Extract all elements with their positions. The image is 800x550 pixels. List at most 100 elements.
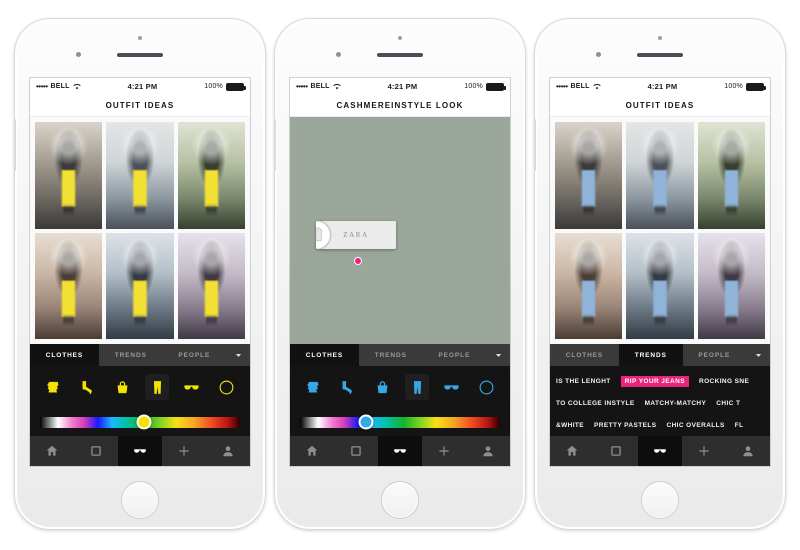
outfit-photo[interactable]: [555, 122, 623, 229]
tabbar-sunglasses-icon[interactable]: [118, 436, 162, 466]
proximity-sensor-icon: [76, 52, 81, 57]
tabbar-square-icon[interactable]: [334, 436, 378, 466]
tabbar-square-icon[interactable]: [74, 436, 118, 466]
bottom-tab-bar: [30, 436, 250, 466]
tab-clothes[interactable]: CLOTHES: [550, 344, 619, 366]
tag-pin-dot[interactable]: [354, 257, 362, 265]
tab-people[interactable]: PEOPLE: [162, 344, 226, 366]
color-slider[interactable]: [40, 414, 240, 430]
high-heel-icon[interactable]: [336, 374, 360, 400]
home-button[interactable]: [121, 481, 159, 519]
tab-clothes[interactable]: CLOTHES: [30, 344, 99, 366]
tab-people[interactable]: PEOPLE: [422, 344, 486, 366]
outfit-photo[interactable]: [106, 232, 174, 339]
handbag-icon[interactable]: [371, 374, 395, 400]
signal-dots-icon: •••••: [36, 81, 48, 91]
sunglasses-icon[interactable]: [180, 374, 204, 400]
tabbar-home-icon[interactable]: [290, 436, 334, 466]
product-tag-card[interactable]: ZARA: [316, 221, 396, 249]
trend-tag[interactable]: RIP YOUR JEANS: [620, 375, 689, 387]
chevron-down-icon[interactable]: [746, 344, 770, 366]
tabbar-sunglasses-icon[interactable]: [638, 436, 682, 466]
outfit-photo[interactable]: [177, 122, 245, 229]
trend-tag[interactable]: CHIC OVERALLS: [666, 422, 724, 429]
phone-1: ••••• BELL 4:21 PM 100% OUTFIT IDEAS CLO…: [14, 18, 266, 530]
more-circle-icon[interactable]: [475, 374, 499, 400]
page-title: CASHMEREINSTYLE LOOK: [336, 101, 464, 110]
tabbar-plus-icon[interactable]: [422, 436, 466, 466]
category-tabs: CLOTHES TRENDS PEOPLE: [550, 344, 770, 366]
tabbar-plus-icon[interactable]: [162, 436, 206, 466]
earpiece-speaker: [637, 53, 683, 57]
clothes-filter-row: [30, 366, 250, 408]
bottom-tab-bar: [550, 436, 770, 466]
tab-trends[interactable]: TRENDS: [358, 344, 423, 366]
tabbar-home-icon[interactable]: [550, 436, 594, 466]
outfit-photo[interactable]: [626, 122, 694, 229]
tab-clothes[interactable]: CLOTHES: [290, 344, 359, 366]
clock-label: 4:21 PM: [647, 82, 678, 91]
outfit-photo[interactable]: [35, 232, 103, 339]
trend-tag[interactable]: PRETTY PASTELS: [594, 422, 656, 429]
tabbar-person-icon[interactable]: [466, 436, 510, 466]
color-slider-thumb[interactable]: [358, 414, 374, 430]
outfit-photo[interactable]: [626, 232, 694, 339]
trend-tag[interactable]: CHIC T: [716, 400, 740, 407]
color-slider-row: [30, 408, 250, 436]
status-bar: ••••• BELL 4:21 PM 100%: [30, 78, 250, 95]
skirt-icon[interactable]: [41, 374, 65, 400]
nav-bar: OUTFIT IDEAS: [30, 95, 250, 117]
trend-tag[interactable]: MATCHY-MATCHY: [645, 400, 707, 407]
color-slider[interactable]: [300, 414, 500, 430]
tab-people[interactable]: PEOPLE: [682, 344, 746, 366]
handbag-icon[interactable]: [111, 374, 135, 400]
outfit-photo[interactable]: [35, 122, 103, 229]
outfit-photo[interactable]: [177, 232, 245, 339]
trend-tag[interactable]: ROCKING SNE: [699, 378, 749, 385]
trousers-icon[interactable]: [405, 374, 430, 400]
tabbar-home-icon[interactable]: [30, 436, 74, 466]
outfit-photo[interactable]: [697, 122, 765, 229]
high-heel-icon[interactable]: [76, 374, 100, 400]
home-button[interactable]: [381, 481, 419, 519]
tabbar-person-icon[interactable]: [726, 436, 770, 466]
chevron-down-icon[interactable]: [226, 344, 250, 366]
home-button[interactable]: [641, 481, 679, 519]
sunglasses-icon[interactable]: [440, 374, 464, 400]
tabbar-plus-icon[interactable]: [682, 436, 726, 466]
chevron-down-icon[interactable]: [486, 344, 510, 366]
proximity-sensor-icon: [336, 52, 341, 57]
filter-panel: CLOTHES TRENDS PEOPLE: [30, 344, 250, 436]
trend-tag[interactable]: TO COLLEGE INSTYLE: [556, 400, 635, 407]
wifi-icon: [72, 83, 81, 90]
phone-bottom-bezel: [15, 467, 265, 531]
tabbar-square-icon[interactable]: [594, 436, 638, 466]
more-circle-icon[interactable]: [215, 374, 239, 400]
trend-tag[interactable]: IS THE LENGHT: [556, 378, 611, 385]
tabbar-sunglasses-icon[interactable]: [378, 436, 422, 466]
outfit-photo[interactable]: [555, 232, 623, 339]
tabbar-person-icon[interactable]: [206, 436, 250, 466]
color-slider-thumb[interactable]: [136, 414, 152, 430]
front-camera-icon: [138, 36, 142, 40]
clock-label: 4:21 PM: [387, 82, 418, 91]
trend-tag[interactable]: &WHITE: [556, 422, 584, 429]
outfit-photo[interactable]: [697, 232, 765, 339]
status-bar: ••••• BELL 4:21 PM 100%: [290, 78, 510, 95]
tab-trends[interactable]: TRENDS: [98, 344, 163, 366]
outfit-photo[interactable]: [106, 122, 174, 229]
earpiece-speaker: [377, 53, 423, 57]
phone-screen: ••••• BELL 4:21 PM 100% CASHMEREINSTYLE …: [289, 77, 511, 467]
wifi-icon: [592, 83, 601, 90]
trend-tag[interactable]: FL: [735, 422, 744, 429]
battery-full-icon: [486, 82, 506, 91]
color-slider-row: [290, 408, 510, 436]
skirt-icon[interactable]: [301, 374, 325, 400]
battery-full-icon: [746, 82, 766, 91]
tab-trends[interactable]: TRENDS: [618, 344, 683, 366]
wifi-icon: [332, 83, 341, 90]
trousers-icon[interactable]: [145, 374, 170, 400]
category-tabs: CLOTHES TRENDS PEOPLE: [30, 344, 250, 366]
phone-2: ••••• BELL 4:21 PM 100% CASHMEREINSTYLE …: [274, 18, 526, 530]
hero-photo[interactable]: ZARA: [290, 117, 510, 344]
